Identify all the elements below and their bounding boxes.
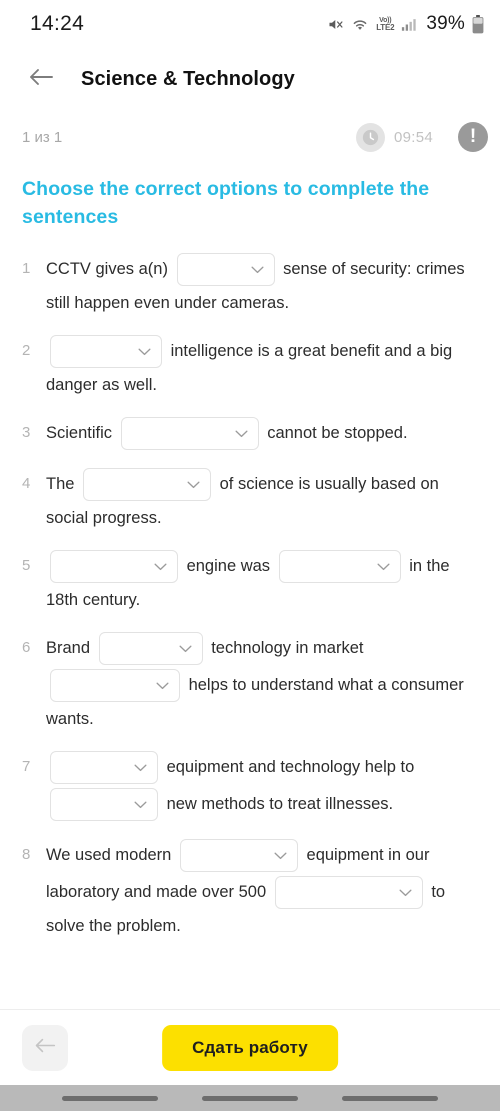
question-text: new methods to treat illnesses. xyxy=(162,795,394,814)
status-clock: 14:24 xyxy=(30,12,85,35)
status-indicators: Vo)) LTE2 39% xyxy=(327,13,484,35)
question-body: equipment and technology help to new met… xyxy=(46,749,478,823)
chevron-down-icon xyxy=(377,563,390,571)
question-number: 1 xyxy=(22,260,31,278)
exclamation-glyph: ! xyxy=(469,125,477,147)
android-navigation-bar xyxy=(0,1085,500,1111)
battery-percent-label: 39% xyxy=(426,13,465,34)
question-number: 3 xyxy=(22,424,31,442)
answer-dropdown-5-1[interactable] xyxy=(50,550,178,584)
previous-task-button[interactable] xyxy=(22,1024,68,1071)
question-text: engine was xyxy=(182,557,275,576)
question-item: 7 equipment and technology help to new m… xyxy=(22,749,478,823)
status-bar: 14:24 Vo)) LTE2 39% xyxy=(0,0,500,48)
chevron-down-icon xyxy=(138,348,151,356)
answer-dropdown-2-1[interactable] xyxy=(50,335,162,369)
volte-bottom-label: LTE2 xyxy=(376,22,395,32)
question-text: We used modern xyxy=(46,846,176,865)
arrow-left-icon xyxy=(28,67,54,92)
volte-icon: Vo)) LTE2 xyxy=(376,17,394,32)
chevron-down-icon xyxy=(399,889,412,897)
timer-group: 09:54 xyxy=(355,122,433,152)
chevron-down-icon xyxy=(187,481,200,489)
question-number: 7 xyxy=(22,758,31,776)
nav-home-button[interactable] xyxy=(202,1095,298,1101)
question-progress: 1 из 1 xyxy=(22,128,63,146)
answer-dropdown-5-2[interactable] xyxy=(278,550,401,584)
chevron-down-icon xyxy=(235,430,248,438)
question-number: 6 xyxy=(22,639,31,657)
question-body: Scientific cannot be stopped. xyxy=(46,415,478,452)
exclamation-icon[interactable]: ! xyxy=(458,122,488,152)
question-body: We used modern equipment in our laborato… xyxy=(46,837,478,942)
question-body: The of science is usually based on socia… xyxy=(46,466,478,534)
battery-icon xyxy=(472,14,484,34)
question-text: The xyxy=(46,475,80,494)
question-number: 5 xyxy=(22,557,31,575)
question-text: technology in market xyxy=(206,639,369,658)
question-item: 4 The of science is usually based on soci… xyxy=(22,466,478,534)
nav-back-button[interactable] xyxy=(342,1095,438,1101)
answer-dropdown-8-1[interactable] xyxy=(179,839,298,873)
question-body: intelligence is a great benefit and a bi… xyxy=(46,333,478,401)
chevron-down-icon xyxy=(154,563,167,571)
signal-icon xyxy=(401,17,417,32)
chevron-down-icon xyxy=(251,266,264,274)
answer-dropdown-8-2[interactable] xyxy=(274,876,423,910)
answer-dropdown-6-2[interactable] xyxy=(50,669,180,703)
question-body: CCTV gives a(n) sense of security: crime… xyxy=(46,251,478,319)
chevron-down-icon xyxy=(274,852,287,860)
answer-dropdown-7-1[interactable] xyxy=(50,751,158,785)
page-title: Science & Technology xyxy=(81,67,295,90)
answer-dropdown-3-1[interactable] xyxy=(120,417,259,451)
bottom-action-bar: Сдать работу xyxy=(0,1009,500,1085)
question-list: 1 CCTV gives a(n) sense of security: crim… xyxy=(22,251,478,942)
task-content: Choose the correct options to complete t… xyxy=(0,164,500,1009)
timer-value: 09:54 xyxy=(393,128,433,146)
answer-dropdown-1-1[interactable] xyxy=(176,253,275,287)
question-text: equipment and technology help to xyxy=(162,758,419,777)
header-back-button[interactable] xyxy=(22,60,60,98)
mute-icon xyxy=(327,16,344,33)
app-header: Science & Technology xyxy=(0,48,500,110)
answer-dropdown-7-2[interactable] xyxy=(50,788,158,822)
question-text: Brand xyxy=(46,639,95,658)
question-item: 1 CCTV gives a(n) sense of security: crim… xyxy=(22,251,478,319)
question-item: 2 intelligence is a great benefit and a … xyxy=(22,333,478,401)
question-number: 4 xyxy=(22,475,31,493)
task-meta-bar: 1 из 1 09:54 ! xyxy=(0,110,500,164)
submit-work-button[interactable]: Сдать работу xyxy=(162,1024,338,1071)
question-item: 8 We used modern equipment in our laborat… xyxy=(22,837,478,942)
task-heading: Choose the correct options to complete t… xyxy=(22,178,430,228)
chevron-down-icon xyxy=(134,801,147,809)
arrow-left-icon xyxy=(34,1037,56,1059)
question-body: Brand technology in market helps to unde… xyxy=(46,630,478,735)
answer-dropdown-6-1[interactable] xyxy=(98,632,203,666)
chevron-down-icon xyxy=(134,764,147,772)
question-number: 8 xyxy=(22,846,31,864)
question-item: 3 Scientific cannot be stopped. xyxy=(22,415,478,452)
question-text: CCTV gives a(n) xyxy=(46,260,173,279)
question-text: Scientific xyxy=(46,424,117,443)
question-body: engine was in the 18th century. xyxy=(46,548,478,616)
question-item: 6 Brand technology in market helps to und… xyxy=(22,630,478,735)
chevron-down-icon xyxy=(156,682,169,690)
wifi-icon xyxy=(351,17,369,32)
nav-recents-button[interactable] xyxy=(62,1095,158,1101)
question-text: cannot be stopped. xyxy=(262,424,408,443)
clock-icon xyxy=(355,122,385,152)
question-number: 2 xyxy=(22,342,31,360)
phone-screen: 14:24 Vo)) LTE2 39% Science & Technology… xyxy=(0,0,500,1111)
answer-dropdown-4-1[interactable] xyxy=(83,468,212,502)
chevron-down-icon xyxy=(179,645,192,653)
question-item: 5 engine was in the 18th century. xyxy=(22,548,478,616)
